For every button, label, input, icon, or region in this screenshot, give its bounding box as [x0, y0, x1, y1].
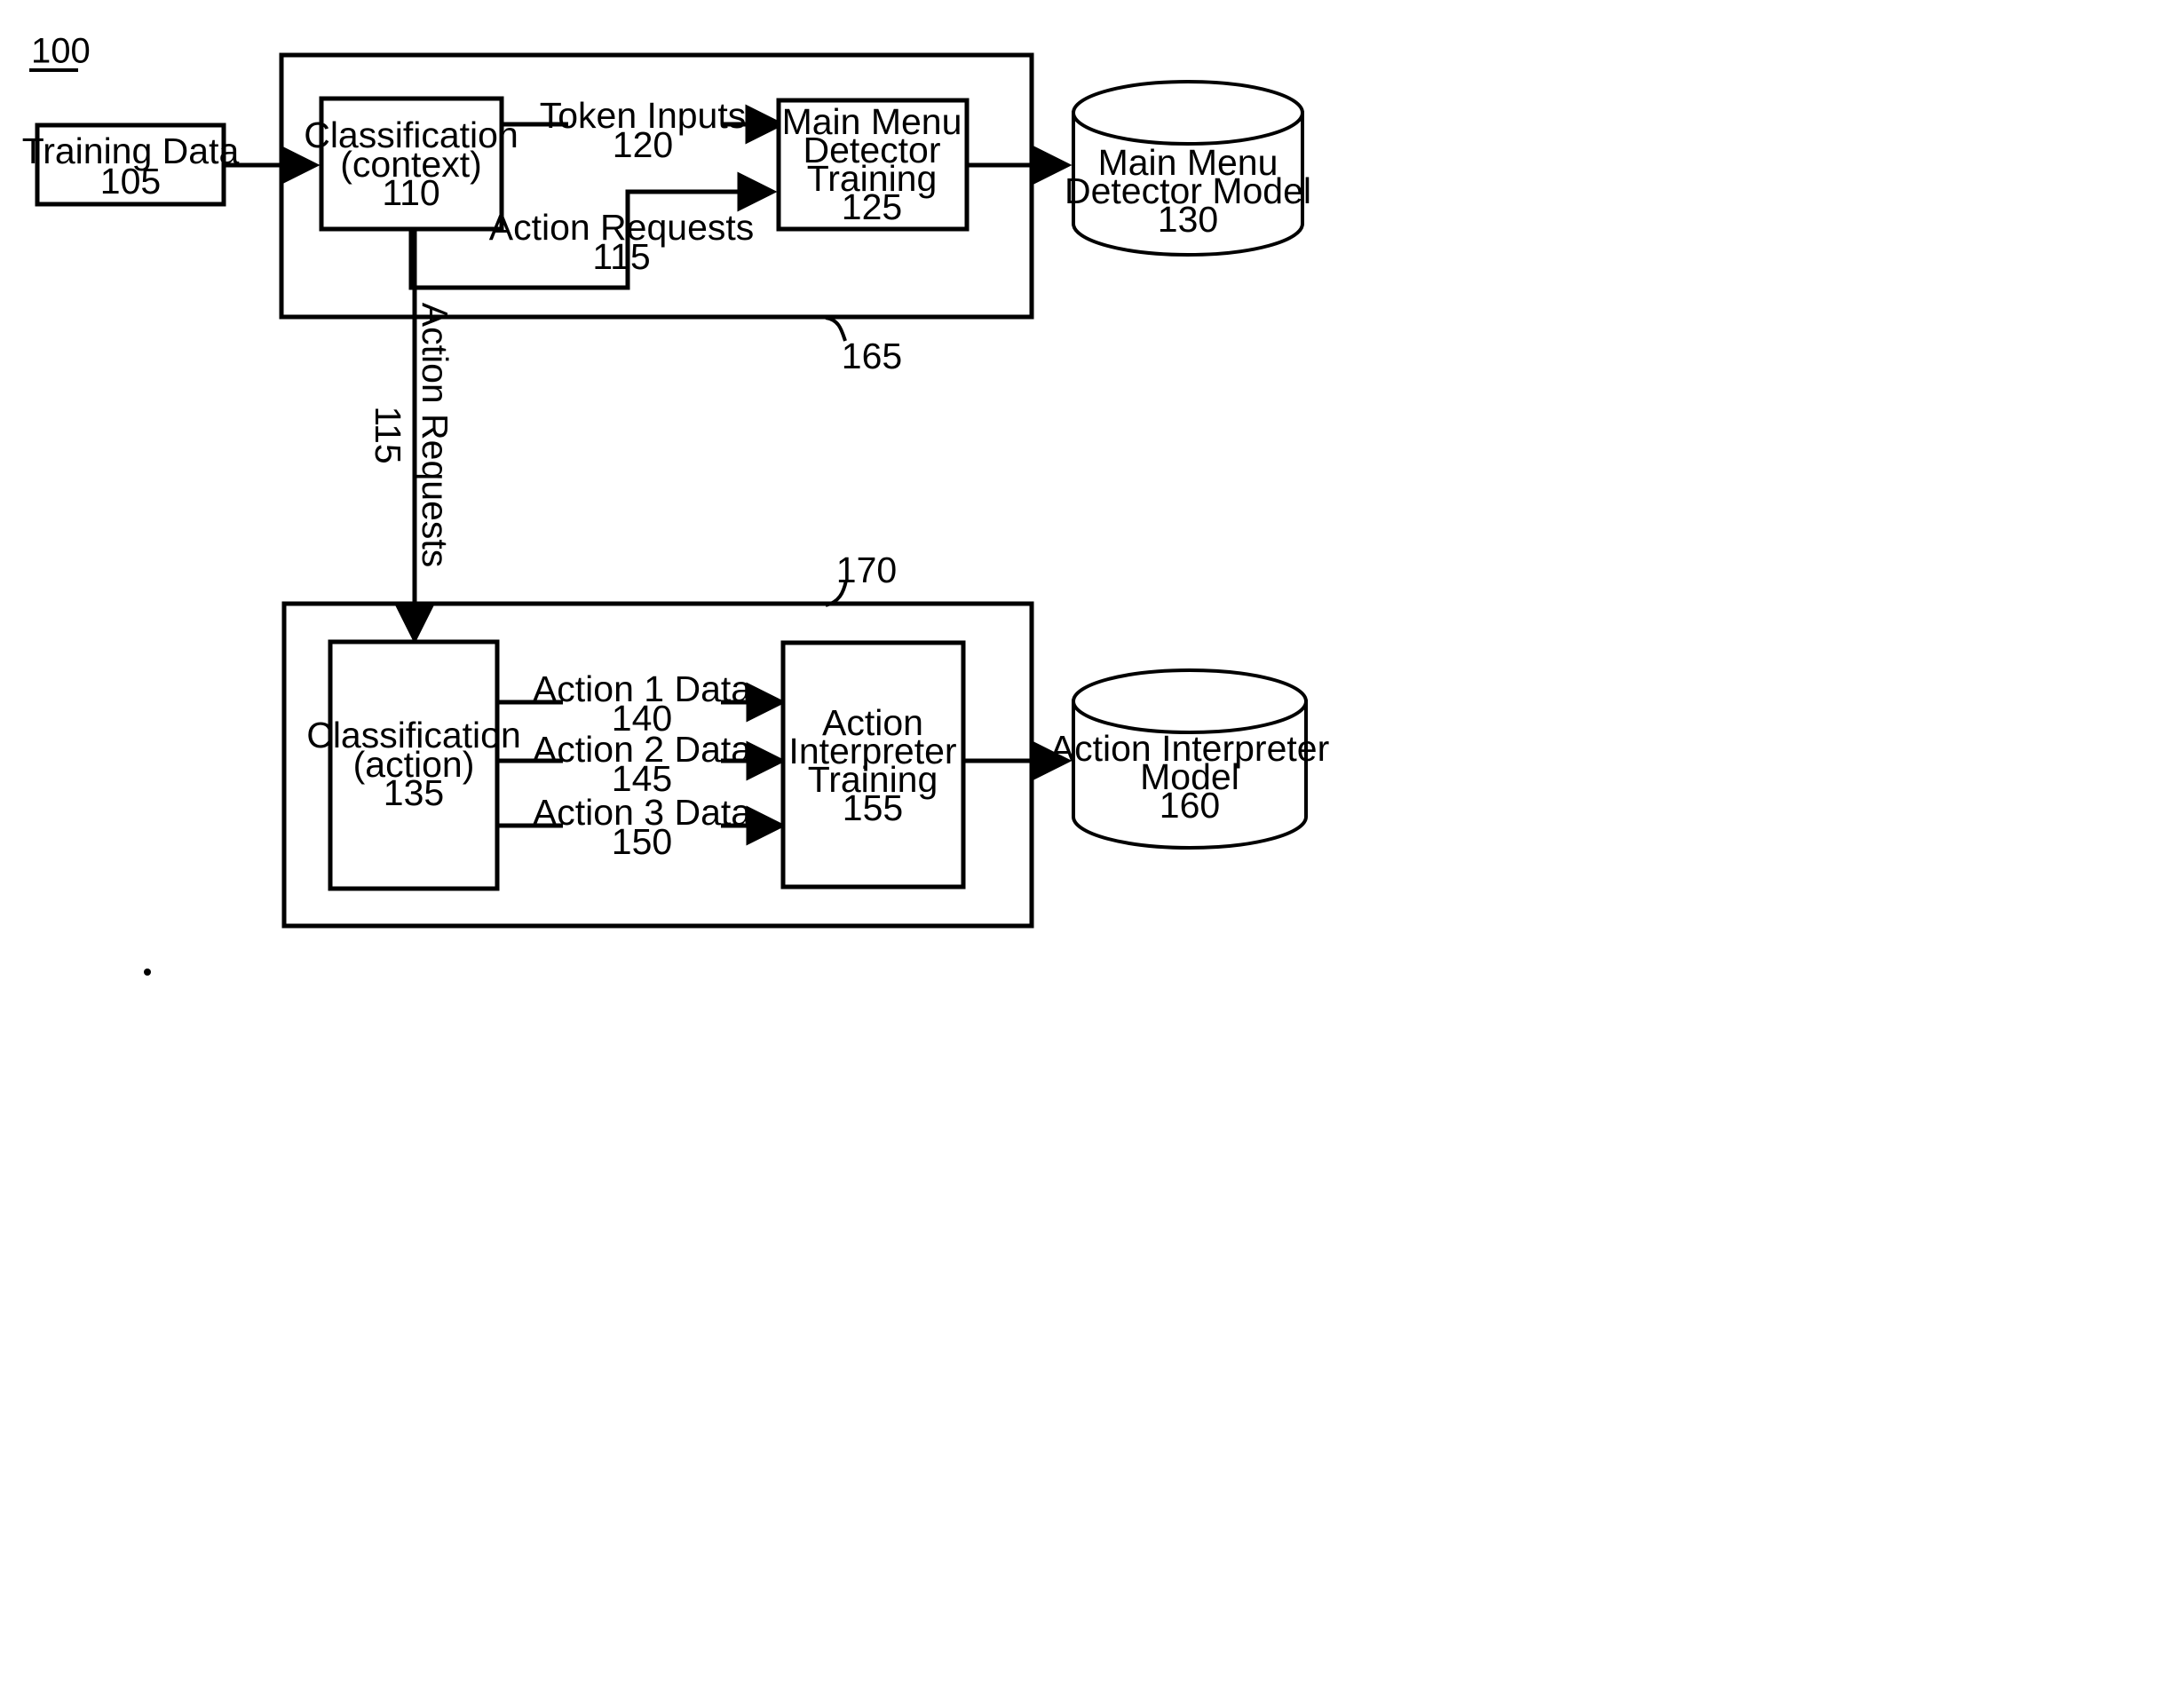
edge-label-token-inputs-line2: 120 [613, 124, 673, 165]
node-action-interpreter-training-line4: 155 [843, 787, 903, 828]
diagram-canvas: 100 165 Training Data 105 Classification… [22, 32, 1329, 976]
node-main-menu-detector-model-line3: 130 [1158, 199, 1218, 240]
figure-number-label: 100 [31, 32, 91, 71]
figure-number: 100 [29, 32, 91, 72]
edge-label-action-3-data-line2: 150 [612, 821, 672, 862]
cylinder-top-detector-model [1072, 80, 1304, 146]
node-classification-action-line3: 135 [384, 772, 444, 813]
cylinder-top-interpreter-model [1072, 668, 1308, 734]
node-classification-context-line3: 110 [382, 172, 439, 213]
node-training-data-line2: 105 [100, 161, 161, 202]
container-165-ref-label: 165 [842, 336, 902, 376]
edge-label-action-requests-vertical-line2: 115 [368, 406, 408, 463]
container-170-ref-label: 170 [836, 550, 897, 590]
edge-label-action-requests-vertical-line1: Action Requests [415, 303, 455, 568]
scan-artifact-dot [144, 969, 151, 976]
node-main-menu-detector-training-line4: 125 [842, 186, 902, 227]
edge-label-action-requests-top-line2: 115 [592, 236, 650, 277]
node-action-interpreter-model-line3: 160 [1160, 785, 1220, 826]
patent-figure: 100 165 Training Data 105 Classification… [0, 0, 2161, 1708]
